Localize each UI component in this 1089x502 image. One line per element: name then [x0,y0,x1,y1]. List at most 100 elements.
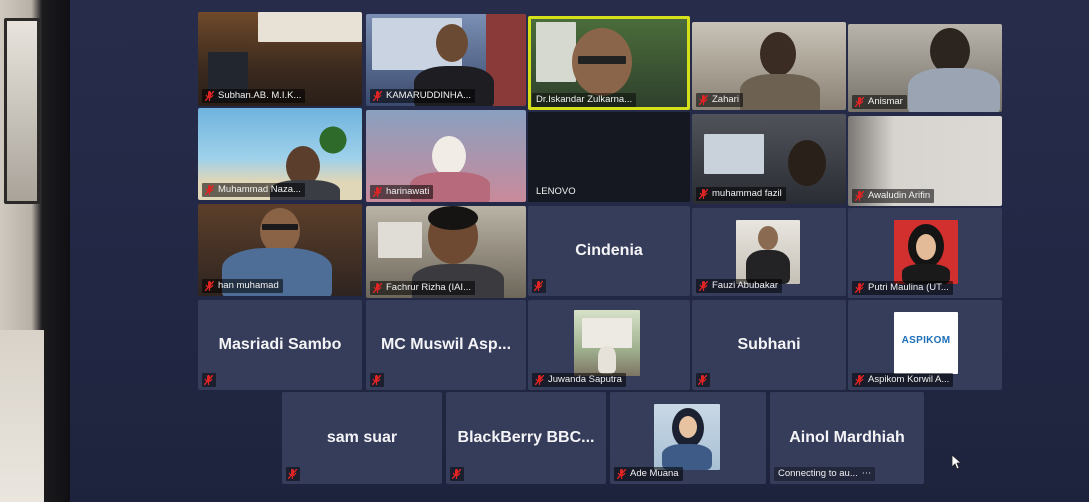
participant-name: Fauzi Abubakar [712,280,779,291]
participant-name-label: han muhamad [202,279,283,293]
mouse-cursor-icon [951,454,963,470]
participant-tile[interactable]: Putri Maulina (UT... [848,208,1002,298]
participant-name: harinawati [386,186,430,197]
participant-tile[interactable]: ASPIKOM Aspikom Korwil A... [848,300,1002,390]
participant-name: Masriadi Sambo [218,336,342,353]
participant-tile[interactable]: Ainol Mardhiah Connecting to au... ⋯ [770,392,924,484]
participant-tile[interactable]: harinawati [366,110,526,202]
participant-name-label: Dr.Iskandar Zulkarna... [532,93,637,107]
connecting-status-label: Connecting to au... ⋯ [774,467,876,481]
participant-face [758,226,778,250]
mic-muted-badge [202,373,216,387]
mic-muted-icon [699,189,708,199]
participant-tile-active-speaker[interactable]: Dr.Iskandar Zulkarna... [528,16,690,110]
mic-muted-icon [699,281,708,291]
room-floor [0,330,44,502]
participant-name: KAMARUDDINHA... [386,90,471,101]
mic-muted-icon [855,191,864,201]
aspikom-logo: ASPIKOM [894,312,958,374]
participant-hair [428,206,478,230]
participant-tile[interactable]: han muhamad [198,204,362,296]
participant-name-label: Muhammad Naza... [202,183,305,197]
zoom-gallery-view: Subhan.AB. M.I.K... KAMARUDDINHA... Dr.I… [70,0,1089,502]
participant-name-label: Fauzi Abubakar [696,279,783,293]
participant-name-label: Awaludin Arifin [852,189,935,203]
participant-tile[interactable]: Masriadi Sambo [198,300,362,390]
participant-name: BlackBerry BBC... [457,429,595,446]
mic-muted-icon [534,281,543,291]
participant-tile[interactable]: muhammad fazil [692,114,846,204]
participant-name-label: muhammad fazil [696,187,786,201]
mic-muted-icon [855,375,864,385]
room-window [4,18,40,204]
mic-muted-icon [205,281,214,291]
participant-tile[interactable]: Anismar [848,24,1002,112]
participant-name: Juwanda Saputra [548,374,622,385]
mic-muted-icon [855,97,864,107]
participant-tile[interactable]: Fachrur Rizha (IAI... [366,206,526,298]
participant-name: muhammad fazil [712,188,782,199]
participant-face [788,140,826,186]
participant-tile[interactable]: Muhammad Naza... [198,108,362,200]
video-feed [258,12,362,42]
participant-name-label: Ade Muana [614,467,683,481]
room-background [0,0,70,502]
participant-tile[interactable]: BlackBerry BBC... [446,392,606,484]
mic-muted-icon [452,469,461,479]
signal-icon: ⋯ [861,468,872,479]
participant-name-label: KAMARUDDINHA... [370,89,475,103]
participant-name: Anismar [868,96,903,107]
participant-name: Awaludin Arifin [868,190,931,201]
mic-muted-icon [373,283,382,293]
participant-tile[interactable]: Cindenia [528,206,690,296]
mic-muted-icon [535,375,544,385]
profile-picture [654,404,720,470]
participant-tile[interactable]: Ade Muana [610,392,766,484]
mic-muted-icon [204,375,213,385]
participant-tile[interactable]: Subhani [692,300,846,390]
mic-muted-badge [370,373,384,387]
participant-body [908,68,1000,112]
participant-face [760,32,796,76]
participant-tile[interactable]: Fauzi Abubakar [692,208,846,296]
participant-name-label: Putri Maulina (UT... [852,281,953,295]
video-feed [704,134,764,174]
participant-tile[interactable]: sam suar [282,392,442,484]
mic-muted-icon [205,185,214,195]
participant-name: Muhammad Naza... [218,184,301,195]
participant-name: Fachrur Rizha (IAI... [386,282,471,293]
mic-muted-icon [855,283,864,293]
participant-body [740,74,820,110]
participant-tile[interactable]: LENOVO [528,112,690,202]
mic-muted-icon [373,91,382,101]
participant-name-label: LENOVO [532,185,580,199]
participant-name-label: Anismar [852,95,907,109]
participant-tile[interactable]: Subhan.AB. M.I.K... [198,12,362,106]
participant-tile[interactable]: Awaludin Arifin [848,116,1002,206]
video-feed [536,22,576,82]
participant-face [679,416,697,438]
mic-muted-badge [532,279,546,293]
profile-picture [574,310,640,376]
mic-muted-icon [288,469,297,479]
participant-name: LENOVO [536,186,576,197]
mic-muted-icon [617,469,626,479]
mic-muted-badge [286,467,300,481]
building [582,318,632,348]
participant-face [432,136,466,176]
mic-muted-badge [450,467,464,481]
participant-tile[interactable]: KAMARUDDINHA... [366,14,526,106]
participant-name-label: Juwanda Saputra [532,373,626,387]
participant-name-label: Zahari [696,93,743,107]
participant-name: Putri Maulina (UT... [868,282,949,293]
participant-tile[interactable]: Zahari [692,22,846,110]
mic-muted-icon [373,187,382,197]
mic-muted-icon [698,375,707,385]
participant-name-label: Aspikom Korwil A... [852,373,954,387]
connecting-status: Connecting to au... [778,468,858,479]
mic-muted-icon [372,375,381,385]
participant-name: MC Muswil Asp... [380,336,512,353]
mic-muted-badge [696,373,710,387]
participant-tile[interactable]: Juwanda Saputra [528,300,690,390]
participant-tile[interactable]: MC Muswil Asp... [366,300,526,390]
